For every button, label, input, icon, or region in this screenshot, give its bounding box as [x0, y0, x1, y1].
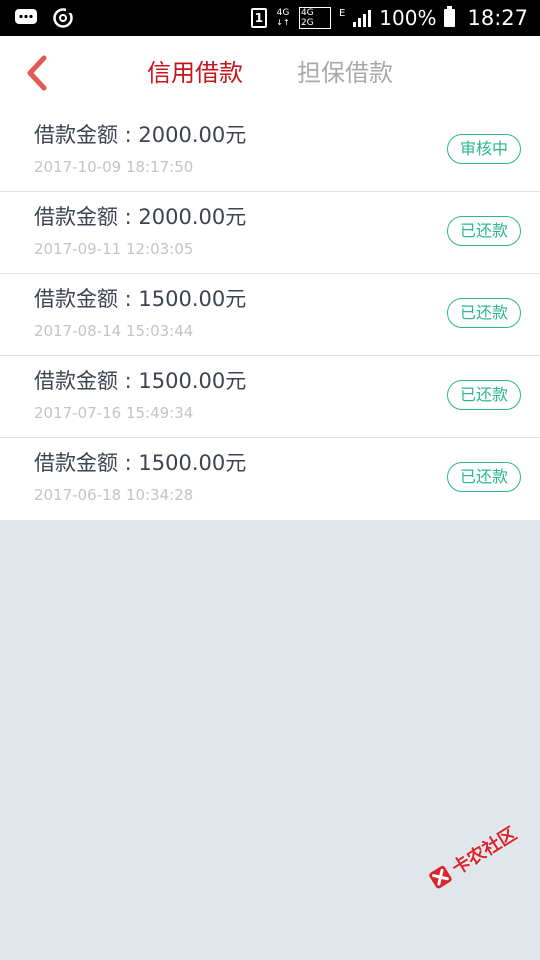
status-badge: 审核中 — [447, 134, 521, 164]
loan-amount: 借款金额 : 1500.00元 — [34, 287, 247, 311]
clock: 18:27 — [467, 6, 528, 30]
status-badge: 已还款 — [447, 462, 521, 492]
tab-credit-loan[interactable]: 信用借款 — [147, 56, 243, 90]
signal-icon — [353, 9, 372, 27]
network-4g-2g-icon: 4G 2G — [298, 7, 331, 29]
list-item[interactable]: 借款金额 : 1500.00元 2017-06-18 10:34:28 已还款 — [0, 438, 540, 520]
list-item[interactable]: 借款金额 : 2000.00元 2017-09-11 12:03:05 已还款 — [0, 192, 540, 274]
status-badge: 已还款 — [447, 298, 521, 328]
battery-percent: 100% — [379, 6, 437, 30]
tab-guarantee-loan[interactable]: 担保借款 — [297, 56, 393, 90]
loan-list: 借款金额 : 2000.00元 2017-10-09 18:17:50 审核中 … — [0, 110, 540, 520]
network-4g-icon: 4G ↓↑ — [276, 8, 290, 27]
chat-notification-icon — [15, 9, 37, 24]
watermark: 卡农社区 — [424, 820, 521, 894]
page: 1 4G ↓↑ 4G 2G E 100% 18:27 信用借款 担保借款 借款金… — [0, 0, 540, 960]
loan-amount: 借款金额 : 2000.00元 — [34, 205, 247, 229]
list-item[interactable]: 借款金额 : 1500.00元 2017-08-14 15:03:44 已还款 — [0, 274, 540, 356]
loan-amount: 借款金额 : 1500.00元 — [34, 451, 247, 475]
status-badge: 已还款 — [447, 216, 521, 246]
header: 信用借款 担保借款 — [0, 36, 540, 110]
loan-date: 2017-10-09 18:17:50 — [34, 158, 194, 176]
list-item[interactable]: 借款金额 : 2000.00元 2017-10-09 18:17:50 审核中 — [0, 110, 540, 192]
back-arrow-icon[interactable] — [20, 54, 54, 92]
network-e-icon: E — [338, 7, 346, 19]
list-item[interactable]: 借款金额 : 1500.00元 2017-07-16 15:49:34 已还款 — [0, 356, 540, 438]
status-bar: 1 4G ↓↑ 4G 2G E 100% 18:27 — [0, 0, 540, 36]
status-bar-right: 1 4G ↓↑ 4G 2G E 100% 18:27 — [250, 0, 528, 36]
watermark-text: 卡农社区 — [448, 823, 521, 880]
loan-date: 2017-09-11 12:03:05 — [34, 240, 194, 258]
loan-amount: 借款金额 : 1500.00元 — [34, 369, 247, 393]
loan-date: 2017-08-14 15:03:44 — [34, 322, 194, 340]
loan-amount: 借款金额 : 2000.00元 — [34, 123, 247, 147]
status-badge: 已还款 — [447, 380, 521, 410]
sync-notification-icon — [53, 7, 73, 28]
loan-date: 2017-07-16 15:49:34 — [34, 404, 194, 422]
battery-icon — [444, 6, 456, 27]
sim-icon: 1 — [250, 8, 267, 28]
loan-date: 2017-06-18 10:34:28 — [34, 486, 194, 504]
status-bar-left — [14, 6, 74, 30]
